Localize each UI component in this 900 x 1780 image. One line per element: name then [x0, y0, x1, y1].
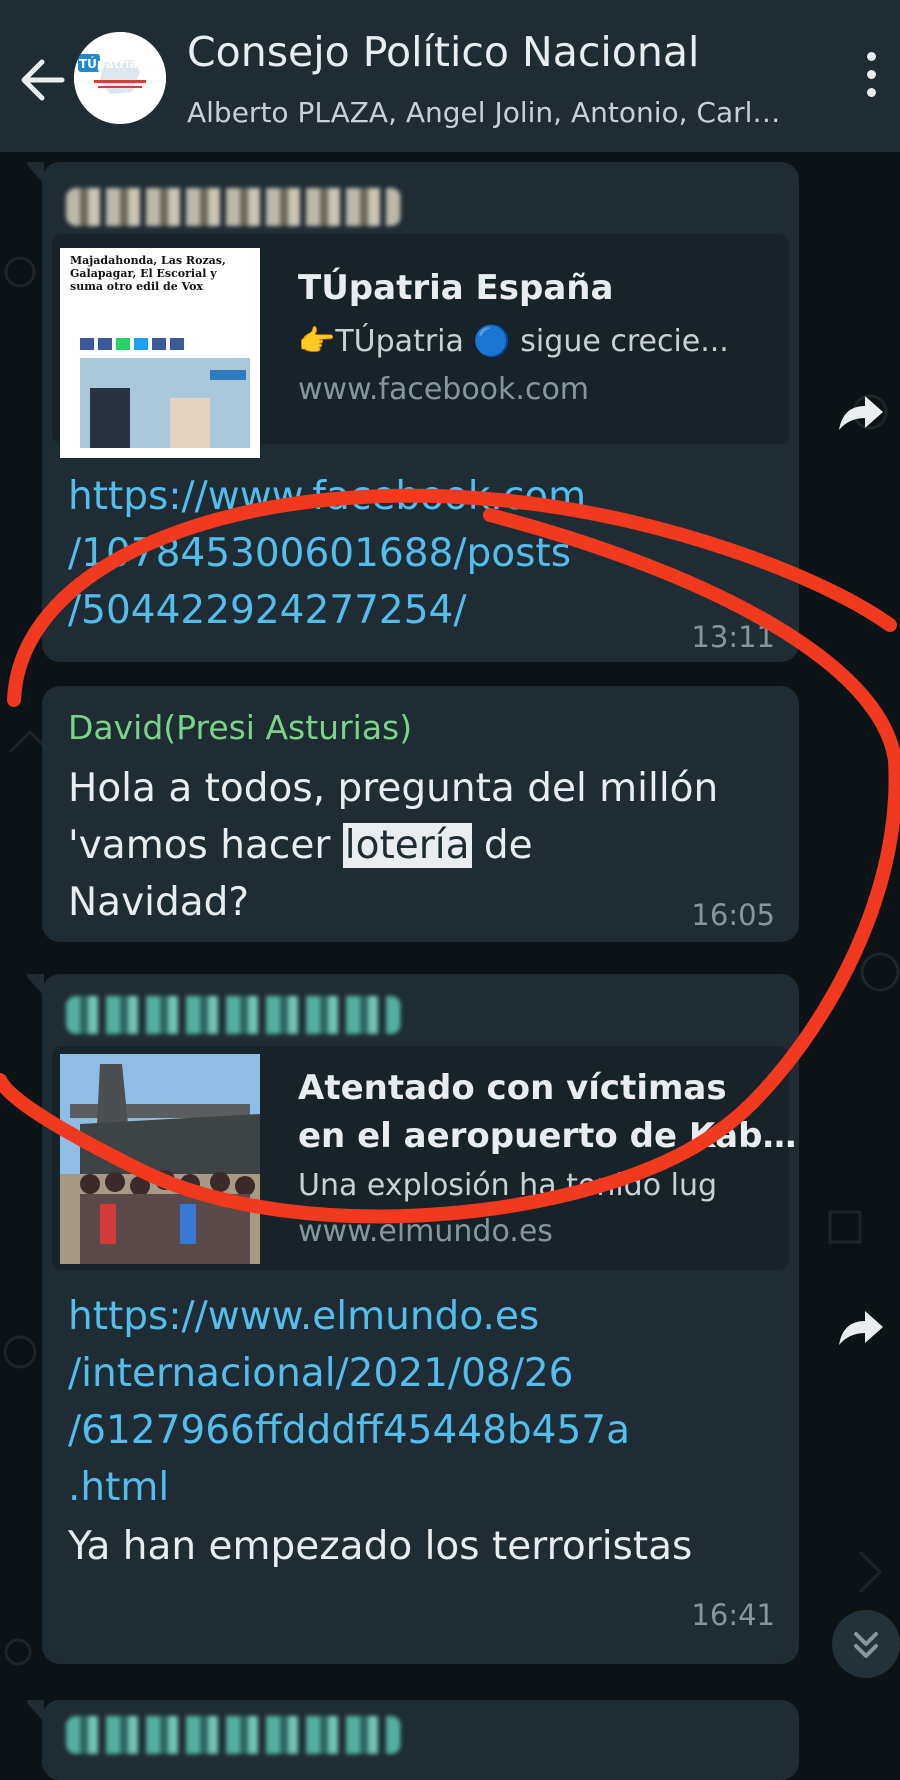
group-avatar[interactable]: TÚpatria — [74, 32, 166, 124]
highlighted-word: lotería — [342, 823, 472, 868]
redacted-sender — [66, 188, 401, 226]
chat-header: TÚpatria Consejo Político Nacional Alber… — [0, 0, 900, 152]
message-time: 16:41 — [691, 1598, 775, 1632]
message-bubble-3[interactable]: Atentado con víctimas en el aeropuerto d… — [27, 974, 799, 1664]
scroll-down-icon — [854, 1632, 878, 1658]
forward-icon[interactable] — [835, 392, 885, 432]
message-text-line: 'vamos hacer lotería de — [68, 817, 533, 874]
message-text-line: Ya han empezado los terroristas — [68, 1524, 693, 1569]
preview-title: en el aeropuerto de Kab… — [298, 1116, 797, 1156]
thumb-headline: Majadahonda, Las Rozas, Galapagar, El Es… — [70, 254, 226, 293]
preview-thumbnail: Majadahonda, Las Rozas, Galapagar, El Es… — [60, 248, 260, 458]
message-time: 16:05 — [691, 898, 775, 932]
message-link-line[interactable]: https://www.elmundo.es — [68, 1288, 539, 1345]
message-text-line: Hola a todos, pregunta del millón — [68, 766, 719, 811]
message-text-part: de — [471, 823, 533, 868]
redacted-sender — [66, 1716, 401, 1754]
message-link-line[interactable]: /internacional/2021/08/26 — [68, 1345, 573, 1402]
more-vert-icon[interactable] — [862, 52, 880, 112]
message-text-line: Navidad? — [68, 880, 250, 925]
preview-site: www.facebook.com — [298, 372, 590, 407]
message-link-line[interactable]: /504422924277254/ — [68, 582, 466, 639]
forward-icon[interactable] — [835, 1307, 885, 1347]
avatar-logo: TÚpatria — [74, 32, 166, 124]
preview-title: Atentado con víctimas — [298, 1068, 727, 1108]
bubble-tail — [27, 162, 44, 184]
bubble-tail — [27, 974, 44, 996]
message-bubble-2[interactable]: David(Presi Asturias) Hola a todos, preg… — [42, 686, 799, 942]
message-bubble-1[interactable]: Majadahonda, Las Rozas, Galapagar, El Es… — [27, 162, 799, 662]
message-time: 13:11 — [691, 620, 775, 654]
preview-thumbnail — [60, 1054, 260, 1264]
redacted-sender — [66, 996, 401, 1034]
message-bubble-4[interactable] — [27, 1700, 799, 1780]
chat-participants[interactable]: Alberto PLAZA, Angel Jolin, Antonio, Car… — [187, 96, 827, 129]
back-arrow-icon[interactable] — [18, 52, 66, 108]
chat-title[interactable]: Consejo Político Nacional — [187, 28, 699, 76]
message-link-line[interactable]: /107845300601688/posts — [68, 525, 571, 582]
link-preview[interactable]: Majadahonda, Las Rozas, Galapagar, El Es… — [52, 234, 789, 458]
preview-title: TÚpatria España — [298, 268, 614, 308]
avatar-text: TÚpatria — [79, 56, 137, 71]
link-preview[interactable]: Atentado con víctimas en el aeropuerto d… — [52, 1046, 796, 1270]
preview-description: Una explosión ha tenido lug — [298, 1168, 718, 1203]
message-link-line[interactable]: .html — [68, 1459, 169, 1516]
message-link-line[interactable]: https://www.facebook.com — [68, 468, 586, 525]
message-link-line[interactable]: /6127966ffdddff45448b457a — [68, 1402, 630, 1459]
sender-name[interactable]: David(Presi Asturias) — [68, 708, 412, 747]
scroll-down-button[interactable] — [832, 1610, 900, 1678]
message-text-part: 'vamos hacer — [68, 823, 343, 868]
preview-site: www.elmundo.es — [298, 1214, 553, 1249]
bubble-tail — [27, 1700, 44, 1722]
preview-description: 👉TÚpatria 🔵 sigue crecie... — [298, 324, 729, 359]
chat-area: Majadahonda, Las Rozas, Galapagar, El Es… — [0, 152, 900, 1780]
